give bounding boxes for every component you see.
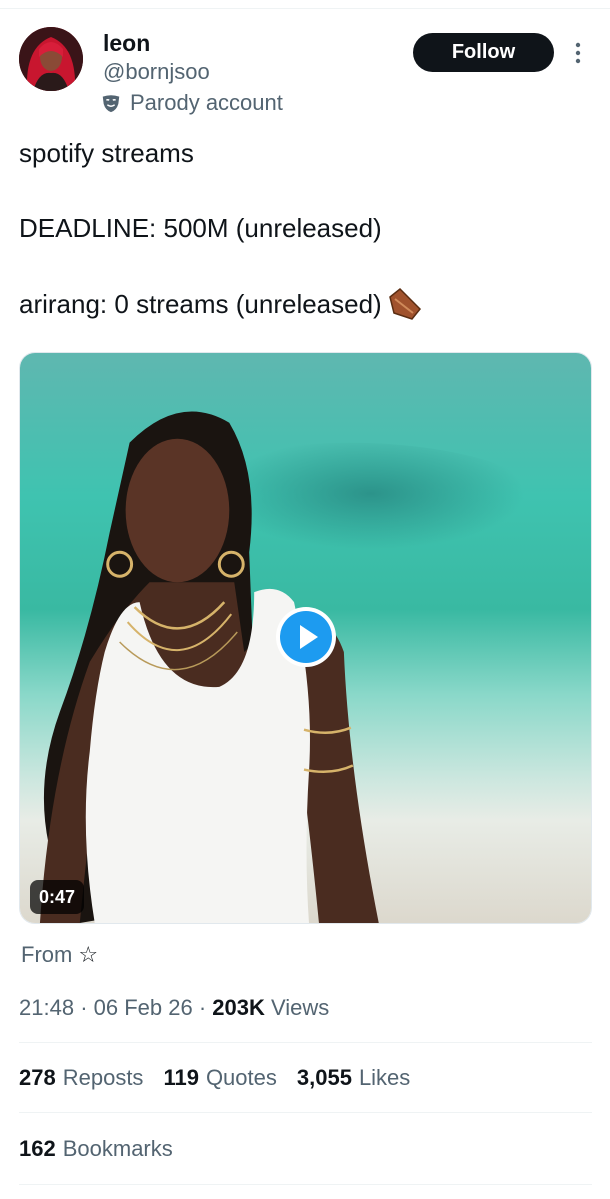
tweet-text-line-3: arirang: 0 streams (unreleased) — [19, 288, 424, 321]
play-button[interactable] — [276, 607, 336, 667]
meta-separator: · — [198, 995, 207, 1020]
quotes-count: 119 — [163, 1065, 199, 1090]
parody-text: Parody account — [130, 90, 283, 115]
views-label: Views — [271, 995, 330, 1020]
meta-separator: · — [80, 995, 88, 1020]
divider — [19, 1184, 592, 1185]
tweet-text-line-2: DEADLINE: 500M (unreleased) — [19, 213, 382, 243]
likes-stat[interactable]: 3,055 Likes — [297, 1065, 410, 1091]
display-name[interactable]: leon — [103, 30, 150, 56]
reposts-stat[interactable]: 278 Reposts — [19, 1065, 143, 1091]
reposts-label: Reposts — [62, 1065, 144, 1090]
bookmarks-stat[interactable]: 162 Bookmarks — [19, 1136, 173, 1162]
top-divider — [0, 8, 610, 9]
play-icon — [280, 611, 332, 663]
tweet-time[interactable]: 21:48 — [19, 995, 74, 1020]
coffin-icon — [388, 288, 421, 321]
parody-label: Parody account — [100, 89, 283, 117]
reposts-count: 278 — [19, 1065, 56, 1090]
parody-mask-icon — [102, 95, 120, 113]
avatar[interactable] — [19, 27, 83, 91]
tweet-text-line-1: spotify streams — [19, 138, 194, 168]
bookmarks-label: Bookmarks — [62, 1136, 173, 1161]
follow-button[interactable]: Follow — [413, 33, 554, 72]
engagement-stats: 278 Reposts 119 Quotes 3,055 Likes — [19, 1065, 410, 1091]
views-count: 203K — [212, 995, 265, 1020]
tweet-date[interactable]: 06 Feb 26 — [94, 995, 193, 1020]
bookmarks-count: 162 — [19, 1136, 56, 1161]
divider — [19, 1112, 592, 1113]
handle[interactable]: @bornjsoo — [103, 59, 210, 85]
quotes-label: Quotes — [205, 1065, 277, 1090]
video-duration-badge: 0:47 — [30, 880, 85, 914]
tweet-meta: 21:48 · 06 Feb 26 · 203K Views — [19, 995, 329, 1021]
avatar-image — [19, 27, 83, 91]
likes-count: 3,055 — [296, 1065, 352, 1090]
from-line[interactable]: From ☆ — [21, 942, 98, 968]
likes-label: Likes — [358, 1065, 411, 1090]
from-label: From — [21, 942, 73, 967]
star-icon: ☆ — [78, 942, 99, 967]
quotes-stat[interactable]: 119 Quotes — [163, 1065, 276, 1091]
tweet-text-line-3-text: arirang: 0 streams (unreleased) — [19, 289, 382, 319]
divider — [19, 1042, 592, 1043]
more-options-icon[interactable] — [568, 38, 588, 68]
